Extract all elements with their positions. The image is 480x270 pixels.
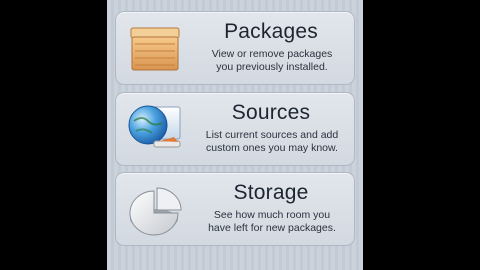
sources-title: Sources — [231, 101, 311, 124]
packages-button[interactable]: Packages View or remove packages you pre… — [115, 11, 355, 85]
storage-title: Storage — [233, 181, 309, 204]
sources-description-line-1: List current sources and add — [205, 129, 339, 141]
pie-chart-icon — [129, 187, 182, 236]
packages-description-line-1: View or remove packages — [211, 48, 333, 60]
storage-button[interactable]: Storage See how much room you have left … — [115, 172, 355, 246]
app-screen: Packages View or remove packages you pre… — [107, 0, 363, 270]
storage-description-line-2: have left for new packages. — [208, 222, 336, 234]
storage-description: See how much room you have left for new … — [194, 209, 350, 235]
packages-title: Packages — [224, 20, 318, 43]
globe-icon — [128, 105, 181, 148]
sources-description-line-2: custom ones you may know. — [206, 142, 338, 154]
box-icon — [130, 27, 180, 71]
sources-button[interactable]: Sources List current sources and add cus… — [115, 92, 355, 166]
packages-description: View or remove packages you previously i… — [194, 48, 350, 74]
sources-description: List current sources and add custom ones… — [194, 129, 350, 155]
storage-description-line-1: See how much room you — [213, 209, 331, 221]
packages-description-line-2: you previously installed. — [216, 61, 328, 73]
